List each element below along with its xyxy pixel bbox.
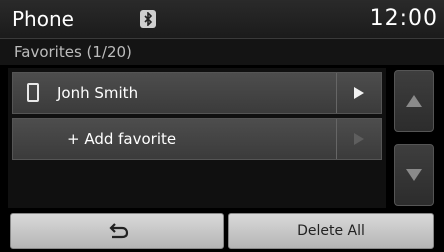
favorite-name: Jonh Smith xyxy=(57,84,139,102)
bottom-bar: Delete All xyxy=(0,213,444,252)
triangle-up-icon xyxy=(406,95,422,107)
favorite-row-jonh-smith[interactable]: Jonh Smith xyxy=(12,72,382,114)
bluetooth-icon xyxy=(140,10,156,28)
play-arrow-icon xyxy=(354,133,364,145)
scroll-down-button[interactable] xyxy=(394,144,434,206)
phone-icon xyxy=(27,83,39,102)
back-arrow-icon xyxy=(109,223,129,239)
favorite-call-button[interactable] xyxy=(336,73,381,113)
delete-all-label: Delete All xyxy=(297,223,365,239)
header-bar: Phone 12:00 xyxy=(0,0,444,39)
favorites-count: Favorites (1/20) xyxy=(14,43,132,61)
add-favorite-arrow-button xyxy=(336,119,381,159)
phone-favorites-screen: Phone 12:00 Favorites (1/20) Jonh Smith … xyxy=(0,0,444,252)
triangle-down-icon xyxy=(406,169,422,181)
delete-all-button[interactable]: Delete All xyxy=(228,213,434,249)
back-button[interactable] xyxy=(10,213,224,249)
add-favorite-label: + Add favorite xyxy=(67,130,177,148)
clock: 12:00 xyxy=(369,6,438,31)
scroll-up-button[interactable] xyxy=(394,70,434,132)
favorites-header: Favorites (1/20) xyxy=(0,39,444,65)
screen-title: Phone xyxy=(12,7,74,31)
favorites-list: Jonh Smith + Add favorite xyxy=(8,68,386,208)
add-favorite-row[interactable]: + Add favorite xyxy=(12,118,382,160)
play-arrow-icon xyxy=(354,87,364,99)
